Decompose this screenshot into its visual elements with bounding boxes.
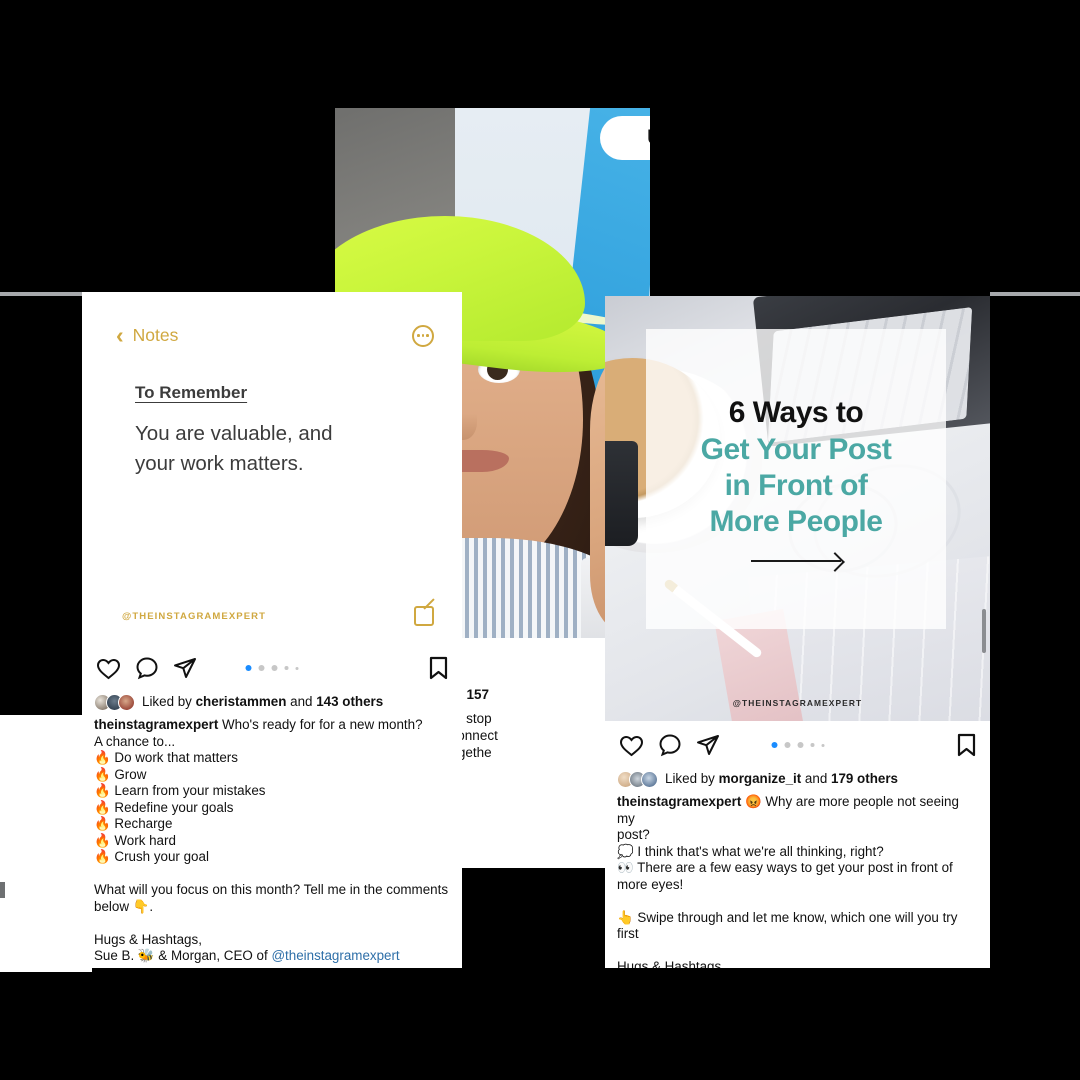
background-scroll-tick [0,882,5,898]
liker-avatars [94,694,135,711]
notes-body: To Remember You are valuable, and your w… [82,347,462,479]
liked-by-middle: and [801,771,831,787]
headline-black: 6 Ways to [728,396,864,429]
liked-by-count[interactable]: 179 others [831,771,898,786]
left-signoff-mention[interactable]: @theinstagramexpert [271,948,399,963]
headline-teal-line-3: More People [709,505,883,538]
headline-teal-line-1: Get Your Post [700,433,892,466]
right-caption-line-1: post? [617,827,650,842]
liked-by-middle: and [286,694,317,710]
left-post-actions[interactable] [82,644,462,692]
left-post-card[interactable]: ‹ Notes To Remember You are valuable, an… [82,292,462,968]
speech-bubble: US TO GET ON VIDEO?” [600,116,650,160]
notes-body-line-1: You are valuable, and [135,422,333,445]
left-caption-line-3: 🔥 Grow [94,766,147,782]
headline-tile: 6 Ways to Get Your Post in Front of More… [646,329,946,629]
right-caption-line-2: 💭 I think that's what we're all thinking… [617,843,884,859]
notes-header: ‹ Notes [82,292,462,347]
more-circle-icon[interactable] [412,324,434,347]
right-image-watermark: @THEINSTAGRAMEXPERT [732,698,863,708]
left-caption-line-1: A chance to... [94,733,176,749]
arrow-right-icon [751,560,841,562]
heart-icon[interactable] [96,657,121,680]
left-liked-by-text: Liked by cheristammen and 143 others [142,694,383,711]
left-caption-username[interactable]: theinstagramexpert [94,717,218,732]
liked-by-prefix: Liked by [665,771,719,787]
right-caption-line-7: first [617,926,639,941]
left-post-caption: Liked by cheristammen and 143 others the… [82,692,462,965]
right-caption-line-6: 👆 Swipe through and let me know, which o… [617,909,958,925]
left-caption-line-2: 🔥 Do work that matters [94,750,238,765]
right-post-image[interactable]: 6 Ways to Get Your Post in Front of More… [605,296,990,721]
notes-watermark: @THEINSTAGRAMEXPERT [122,610,266,622]
left-caption-line-5: 🔥 Redefine your goals [94,799,234,815]
share-icon[interactable] [696,733,720,757]
left-caption-line-4: 🔥 Learn from your mistakes [94,783,266,798]
liked-by-user[interactable]: cheristammen [196,694,287,709]
heart-icon[interactable] [619,734,644,757]
notes-title: To Remember [135,383,248,402]
left-caption-line-10: What will you focus on this month? Tell … [94,882,449,897]
bookmark-icon[interactable] [957,733,976,757]
canvas-background: US TO GET ON VIDEO?” heristammen and 157… [0,0,1080,1080]
comment-icon[interactable] [658,733,682,757]
notes-back-label: Notes [132,325,179,345]
chevron-left-icon: ‹ [116,322,124,348]
notes-graphic[interactable]: ‹ Notes To Remember You are valuable, an… [82,292,462,644]
right-caption-line-4: more eyes! [617,876,684,892]
background-white-panel-upper [0,715,92,880]
left-caption-line-6: 🔥 Recharge [94,816,173,831]
bookmark-icon[interactable] [429,656,448,680]
left-liked-by-row: Liked by cheristammen and 143 others [94,694,450,711]
speech-bubble-text: US TO GET ON VIDEO?” [647,126,650,150]
liker-avatars [617,771,658,788]
background-sliver-right [990,292,1080,296]
liked-by-count[interactable]: 143 others [316,694,383,709]
liked-by-user[interactable]: morganize_it [719,771,802,786]
right-post-actions[interactable] [605,721,990,769]
background-sliver-left [0,292,82,296]
liked-by-prefix: Liked by [142,694,196,710]
notes-body-line-2: your work matters. [135,452,304,475]
left-caption-line-11: below 👇. [94,898,154,914]
right-liked-by-row: Liked by morganize_it and 179 others [617,771,978,788]
right-post-pager[interactable] [771,742,824,748]
left-post-pager[interactable] [245,665,299,671]
left-caption-line-13: Hugs & Hashtags, [94,931,202,947]
right-caption-username[interactable]: theinstagramexpert [617,794,741,809]
compose-icon[interactable] [414,606,434,626]
background-white-panel-lower [0,880,92,972]
notes-back-button[interactable]: ‹ Notes [116,324,178,347]
left-caption-line-0: Who's ready for for a new month? [218,717,423,732]
right-caption-line-9: Hugs & Hashtags, [617,959,725,968]
left-caption-line-7: 🔥 Work hard [94,832,176,848]
headline-teal-line-2: in Front of [724,469,868,502]
left-signoff-prefix: Sue B. 🐝 & Morgan, CEO of [94,948,272,963]
comment-icon[interactable] [135,656,159,680]
right-scroll-tick [982,609,986,653]
share-icon[interactable] [173,656,197,680]
right-liked-by-text: Liked by morganize_it and 179 others [665,771,898,788]
right-caption-line-3: 👀 There are a few easy ways to get your … [617,860,953,875]
left-caption-line-8: 🔥 Crush your goal [94,849,209,864]
right-post-card[interactable]: 6 Ways to Get Your Post in Front of More… [605,296,990,968]
notes-footer: @THEINSTAGRAMEXPERT [82,606,462,626]
right-post-caption: Liked by morganize_it and 179 others the… [605,769,990,968]
